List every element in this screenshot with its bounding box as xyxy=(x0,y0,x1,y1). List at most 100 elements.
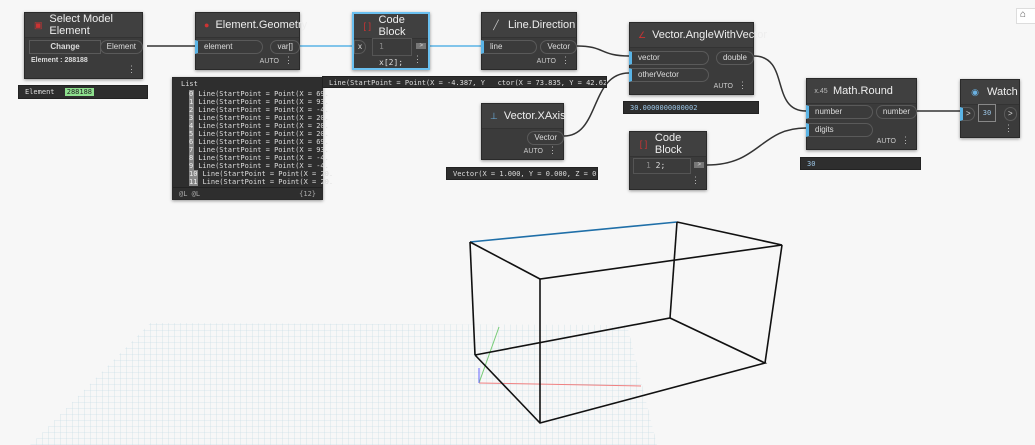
list-index: 3 xyxy=(189,114,195,122)
code-block-icon: [ ] xyxy=(363,21,372,31)
list-item-text: Line(StartPoint = Point(X = -4. xyxy=(198,162,329,170)
input-port[interactable]: > xyxy=(960,107,975,121)
select-element-icon: ▣ xyxy=(33,19,43,30)
code-block-icon: [ ] xyxy=(639,139,648,149)
code-editor[interactable]: 1 2; xyxy=(633,158,691,174)
lacing-auto[interactable]: AUTO xyxy=(260,58,279,65)
element-info: Element : 288188 xyxy=(31,57,88,64)
input-port-vector[interactable]: vector xyxy=(629,51,709,65)
list-index: 9 xyxy=(189,162,195,170)
list-item: 8 Line(StartPoint = Point(X = -4. xyxy=(189,154,329,162)
math-round-node[interactable]: x.45 Math.Round number digits number AUTO… xyxy=(806,78,917,150)
watch-icon: ◉ xyxy=(971,86,979,97)
code-block-digits-node[interactable]: [ ] Code Block 1 2; > ⋮ xyxy=(629,131,707,190)
lacing-auto[interactable]: AUTO xyxy=(537,58,556,65)
code-editor[interactable]: 1 x[2]; xyxy=(372,38,412,67)
menu-icon[interactable]: ⋮ xyxy=(1004,123,1013,134)
input-port-element[interactable]: element xyxy=(195,40,263,54)
list-item: 6 Line(StartPoint = Point(X = 69. xyxy=(189,138,329,146)
list-index: 1 xyxy=(189,98,195,106)
list-item: 11 Line(StartPoint = Point(X = 20. xyxy=(189,178,333,186)
preview-toggle-icon[interactable]: ⌂ xyxy=(1016,8,1035,24)
output-port[interactable]: > xyxy=(694,162,704,168)
list-preview: List 0 Line(StartPoint = Point(X = 69. 1 Li… xyxy=(172,77,333,200)
list-index: 5 xyxy=(189,130,195,138)
output-port-vector[interactable]: Vector xyxy=(527,131,564,145)
tooltip-text-2: ctor(X = 73.835, Y = 42.628, Z = 0.0 xyxy=(497,79,607,87)
watch-value: 30 xyxy=(978,104,996,122)
list-item-text: Line(StartPoint = Point(X = 69. xyxy=(198,90,329,98)
input-port-digits[interactable]: digits xyxy=(806,123,873,137)
list-index: 10 xyxy=(189,170,199,178)
list-item-text: Line(StartPoint = Point(X = 93. xyxy=(198,146,329,154)
list-item-text: Line(StartPoint = Point(X = 20. xyxy=(198,114,329,122)
round-icon: x.45 xyxy=(814,87,828,95)
node-title: Code Block xyxy=(654,132,682,156)
list-item-text: Line(StartPoint = Point(X = 20. xyxy=(198,130,329,138)
list-item: 2 Line(StartPoint = Point(X = -4. xyxy=(189,106,329,114)
list-index: 2 xyxy=(189,106,195,114)
vector-angle-with-vector-node[interactable]: ∠ Vector.AngleWithVector vector otherVect… xyxy=(629,22,767,95)
element-geometry-node[interactable]: ● Element.Geometry element var[] AUTO ⋮ xyxy=(195,12,307,70)
output-port-vector[interactable]: Vector xyxy=(540,40,577,54)
node-title: Element.Geometry xyxy=(215,19,308,31)
list-item-text: Line(StartPoint = Point(X = 93. xyxy=(198,98,329,106)
list-item-text: Line(StartPoint = Point(X = 20. xyxy=(198,122,329,130)
menu-icon[interactable]: ⋮ xyxy=(561,55,570,66)
line-number: 1 xyxy=(646,161,651,170)
list-item: 3 Line(StartPoint = Point(X = 20. xyxy=(189,114,329,122)
list-item: 9 Line(StartPoint = Point(X = -4. xyxy=(189,162,329,170)
list-index: 0 xyxy=(189,90,195,98)
output-port-number[interactable]: number xyxy=(875,105,917,119)
output-port[interactable]: > xyxy=(1004,107,1017,121)
input-port-other-vector[interactable]: otherVector xyxy=(629,68,709,82)
list-index: 11 xyxy=(189,178,199,186)
vector-xaxis-node[interactable]: ⊥ Vector.XAxis Vector AUTO ⋮ xyxy=(481,103,566,160)
node-title: Code Block xyxy=(378,14,406,38)
node-title: Select Model Element xyxy=(49,13,113,37)
list-header: List xyxy=(181,80,198,88)
output-port-var[interactable]: var[] xyxy=(270,40,300,54)
geometry-icon: ● xyxy=(204,20,210,30)
round-preview: 30 xyxy=(800,157,921,170)
list-index: 6 xyxy=(189,138,195,146)
list-item: 4 Line(StartPoint = Point(X = 20. xyxy=(189,122,329,130)
input-port-x[interactable]: x xyxy=(354,40,366,54)
lacing-auto[interactable]: AUTO xyxy=(524,148,543,155)
node-title: Vector.XAxis xyxy=(503,110,566,122)
list-item: 7 Line(StartPoint = Point(X = 93. xyxy=(189,146,329,154)
menu-icon[interactable]: ⋮ xyxy=(901,135,910,146)
menu-icon[interactable]: ⋮ xyxy=(413,54,422,65)
angle-icon: ∠ xyxy=(638,29,647,40)
element-id-badge: 288188 xyxy=(64,88,95,96)
menu-icon[interactable]: ⋮ xyxy=(127,64,136,75)
change-button[interactable]: Change xyxy=(29,40,101,54)
watch-node[interactable]: ◉ Watch > 30 > ⋮ xyxy=(960,79,1020,138)
node-title: Line.Direction xyxy=(508,19,576,31)
list-item-text: Line(StartPoint = Point(X = 20. xyxy=(202,170,334,178)
output-port-element[interactable]: Element xyxy=(99,40,143,54)
output-port-double[interactable]: double xyxy=(715,51,754,65)
code-block-node[interactable]: [ ] Code Block x 1 x[2]; > ⋮ xyxy=(352,12,430,70)
lacing-auto[interactable]: AUTO xyxy=(714,83,733,90)
node-title: Vector.AngleWithVector xyxy=(652,29,768,41)
code-text: 2; xyxy=(655,161,666,170)
angle-preview: 30.0000000000002 xyxy=(623,101,759,114)
input-port-number[interactable]: number xyxy=(806,105,873,119)
menu-icon[interactable]: ⋮ xyxy=(738,80,747,91)
line-direction-node[interactable]: ╱ Line.Direction line Vector AUTO ⋮ xyxy=(481,12,577,70)
ground-grid xyxy=(30,323,657,445)
lacing-auto[interactable]: AUTO xyxy=(877,138,896,145)
menu-icon[interactable]: ⋮ xyxy=(691,175,700,186)
line-icon: ╱ xyxy=(493,19,499,30)
list-item-text: Line(StartPoint = Point(X = -4. xyxy=(198,106,329,114)
select-model-element-node[interactable]: ▣ Select Model Element Change Element Ele… xyxy=(24,12,143,79)
menu-icon[interactable]: ⋮ xyxy=(284,55,293,66)
list-item: 1 Line(StartPoint = Point(X = 93. xyxy=(189,98,329,106)
list-index: 7 xyxy=(189,146,195,154)
output-port[interactable]: > xyxy=(416,43,426,49)
tooltip-text: Line(StartPoint = Point(X = -4.387, Y xyxy=(329,79,485,87)
node-title: Math.Round xyxy=(833,85,893,97)
menu-icon[interactable]: ⋮ xyxy=(548,145,557,156)
input-port-line[interactable]: line xyxy=(481,40,537,54)
